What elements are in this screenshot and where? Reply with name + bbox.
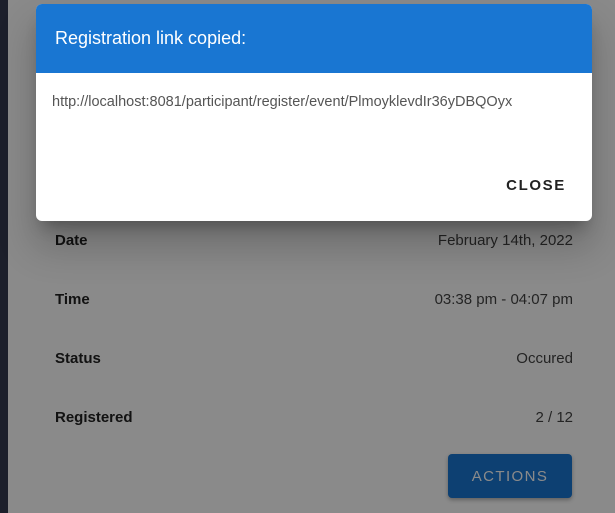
link-copied-dialog: Registration link copied: http://localho…: [36, 4, 592, 221]
registration-link-text: http://localhost:8081/participant/regist…: [52, 94, 513, 110]
close-button[interactable]: CLOSE: [498, 167, 574, 203]
dialog-title: Registration link copied:: [36, 4, 592, 73]
